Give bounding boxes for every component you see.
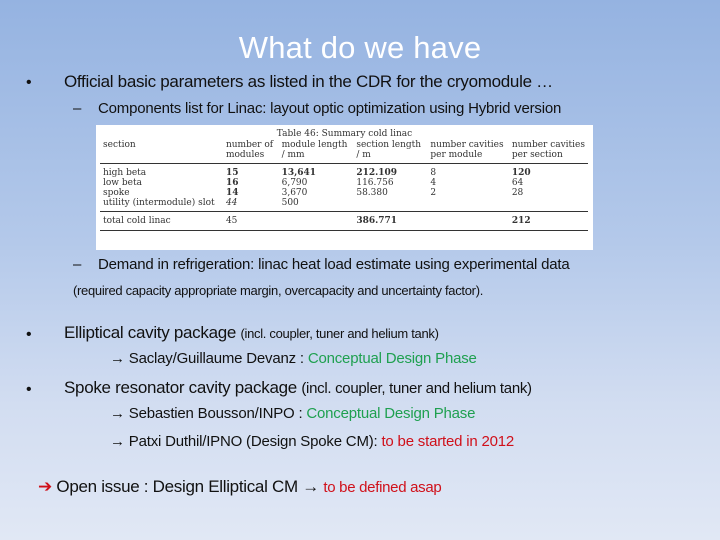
cell: 120 — [511, 168, 531, 178]
cell: 3,670 — [281, 188, 308, 198]
bullet-title: Elliptical cavity package — [64, 323, 237, 342]
cell: 4 — [430, 178, 437, 188]
status-text: to be started in 2012 — [381, 433, 515, 450]
bullet-detail: (incl. coupler, tuner and helium tank) — [240, 326, 439, 341]
header-section-length: section length / m — [356, 140, 422, 160]
cell: 2 — [430, 188, 437, 198]
cell: 386.771 — [356, 216, 398, 226]
cell: 13,641 — [281, 168, 317, 178]
cell — [427, 198, 508, 212]
header-cavities-per-module: number cavities per module — [430, 140, 504, 160]
open-issue-text: Open issue : Design Elliptical CM — [56, 477, 303, 496]
cell: 28 — [511, 188, 524, 198]
cell: 14 — [225, 188, 239, 198]
red-arrow-icon: ➔ — [38, 477, 52, 496]
cell — [279, 212, 354, 231]
responsible-party: Patxi Duthil/IPNO (Design Spoke CM): — [128, 433, 382, 450]
table-row: high beta 15 13,641 212.109 8 120 — [100, 164, 588, 179]
cell: low beta — [103, 178, 142, 188]
cell: 64 — [511, 178, 524, 188]
cell: 6,790 — [281, 178, 308, 188]
header-cavities-per-section: number cavities per section — [511, 140, 585, 160]
arrow-right-icon: → — [302, 477, 319, 496]
cell: 15 — [225, 168, 239, 178]
bullet-title: Spoke resonator cavity package — [64, 378, 297, 397]
refrigeration-note: (required capacity appropriate margin, o… — [73, 283, 484, 298]
cell: high beta — [103, 168, 147, 178]
cell — [427, 212, 508, 231]
table-row: spoke 14 3,670 58.380 2 28 — [100, 188, 588, 198]
cell — [353, 198, 427, 212]
arrow-right-icon: → — [110, 405, 125, 422]
status-text: Conceptual Design Phase — [307, 350, 477, 367]
cell: 45 — [225, 216, 238, 226]
cell: 116.756 — [356, 178, 394, 188]
status-text: Conceptual Design Phase — [306, 405, 476, 422]
summary-table-image: Table 46: Summary cold linac section num… — [96, 125, 593, 250]
arrow-right-icon: → — [110, 350, 125, 367]
cell: 500 — [281, 198, 299, 208]
cell: spoke — [103, 188, 130, 198]
cell: 8 — [430, 168, 437, 178]
responsible-party: Sebastien Bousson/INPO : — [128, 405, 307, 422]
dash-marker: – — [73, 100, 82, 117]
elliptical-responsible-line: → Saclay/Guillaume Devanz : Conceptual D… — [110, 350, 477, 367]
dash-marker: – — [73, 256, 82, 273]
cell: 16 — [225, 178, 239, 188]
cell: utility (intermodule) slot — [103, 198, 215, 208]
cell: total cold linac — [103, 216, 171, 226]
spoke-responsible-line-1: → Sebastien Bousson/INPO : Conceptual De… — [110, 405, 475, 422]
bullet-detail: (incl. coupler, tuner and helium tank) — [301, 380, 532, 397]
summary-cold-linac-table: section number of modules module length / … — [100, 140, 588, 231]
cell: 212 — [511, 216, 531, 226]
table-row: low beta 16 6,790 116.756 4 64 — [100, 178, 588, 188]
bullet-marker: • — [26, 74, 32, 91]
cell: 58.380 — [356, 188, 388, 198]
table-total-row: total cold linac 45 386.771 212 — [100, 212, 588, 231]
header-section: section — [103, 140, 136, 150]
sub-bullet-refrigeration-demand: Demand in refrigeration: linac heat load… — [98, 256, 570, 273]
table-header-row: section number of modules module length / … — [100, 140, 588, 164]
bullet-spoke-resonator-package: Spoke resonator cavity package (incl. co… — [64, 378, 532, 398]
sub-bullet-components-list: Components list for Linac: layout optic … — [98, 100, 562, 117]
cell: 212.109 — [356, 168, 398, 178]
header-module-length: module length / mm — [281, 140, 348, 160]
bullet-marker: • — [26, 381, 32, 398]
cell: 44 — [225, 198, 238, 208]
bullet-elliptical-cavity-package: Elliptical cavity package (incl. coupler… — [64, 323, 439, 343]
slide-title: What do we have — [238, 30, 482, 65]
open-issue-line: ➔ Open issue : Design Elliptical CM → to… — [38, 477, 442, 497]
table-caption: Table 46: Summary cold linac — [276, 129, 413, 139]
header-number-of-modules: number of modules — [225, 140, 274, 160]
table-row: utility (intermodule) slot 44 500 — [100, 198, 588, 212]
bullet-marker: • — [26, 326, 32, 343]
spoke-responsible-line-2: → Patxi Duthil/IPNO (Design Spoke CM): t… — [110, 433, 514, 450]
responsible-party: Saclay/Guillaume Devanz : — [128, 350, 308, 367]
arrow-right-icon: → — [110, 433, 125, 450]
status-text: to be defined asap — [323, 479, 442, 496]
cell — [509, 198, 588, 212]
bullet-official-parameters: Official basic parameters as listed in t… — [64, 72, 553, 91]
